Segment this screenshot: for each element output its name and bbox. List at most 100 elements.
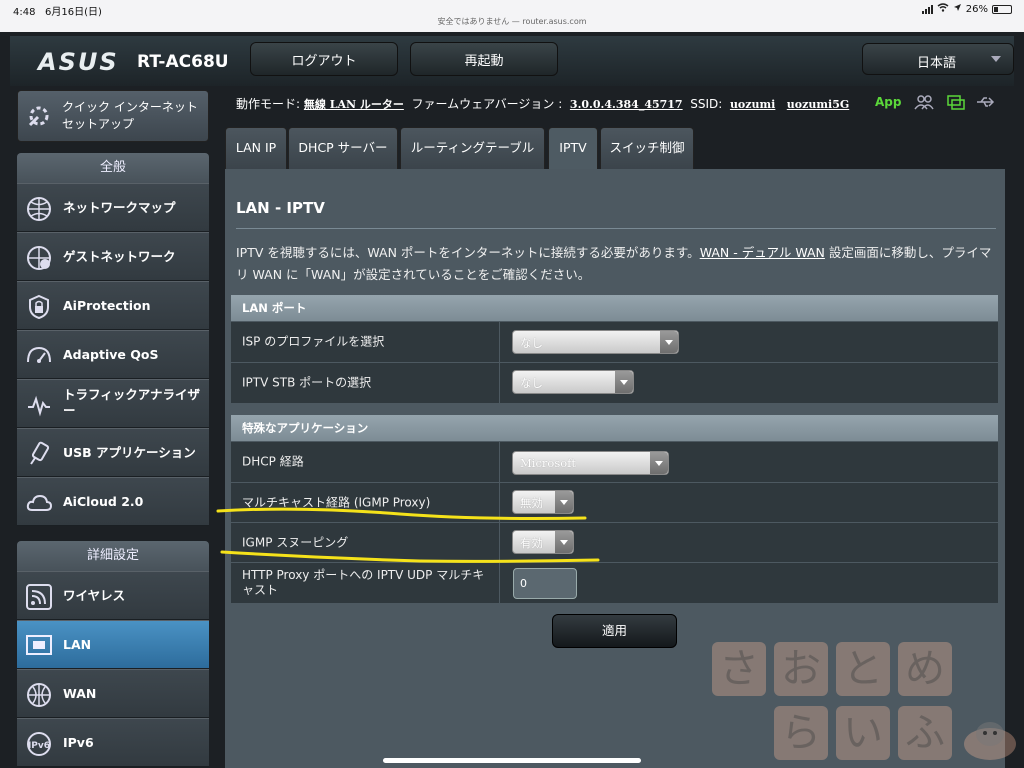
op-mode-label: 動作モード: bbox=[236, 97, 301, 111]
sidebar-item-label: AiProtection bbox=[63, 298, 151, 313]
sidebar-item-aicloud[interactable]: AiCloud 2.0 bbox=[17, 477, 209, 526]
tab-dhcp-server[interactable]: DHCP サーバー bbox=[288, 127, 398, 169]
svg-text:IPv6: IPv6 bbox=[28, 741, 50, 751]
advanced-section-header: 詳細設定 bbox=[17, 541, 209, 571]
watermark-char: お bbox=[774, 642, 828, 696]
app-link[interactable]: App bbox=[875, 95, 901, 109]
chevron-down-icon bbox=[555, 531, 573, 553]
lan-port-section-header: LAN ポート bbox=[231, 295, 998, 321]
ssid-label: SSID: bbox=[690, 97, 723, 111]
reboot-button[interactable]: 再起動 bbox=[410, 42, 558, 76]
sidebar-item-wireless[interactable]: ワイヤレス bbox=[17, 571, 209, 620]
igmp-proxy-select[interactable]: 無効 bbox=[512, 490, 574, 514]
sidebar-item-aiprotection[interactable]: AiProtection bbox=[17, 281, 209, 330]
watermark-char: と bbox=[836, 642, 890, 696]
aiprotection-icon bbox=[29, 294, 49, 320]
iptv-description: IPTV を視聴するには、WAN ポートをインターネットに接続する必要があります… bbox=[236, 242, 998, 286]
tab-switch-control[interactable]: スイッチ制御 bbox=[600, 127, 694, 169]
sidebar-item-label: IPv6 bbox=[63, 735, 94, 750]
internet-status-icon[interactable] bbox=[946, 94, 966, 110]
dhcp-route-select[interactable]: Microsoft bbox=[512, 451, 669, 475]
home-indicator[interactable] bbox=[383, 758, 641, 763]
sidebar-item-label: AiCloud 2.0 bbox=[63, 494, 144, 509]
dhcp-route-label: DHCP 経路 bbox=[242, 454, 304, 469]
tab-lan-ip[interactable]: LAN IP bbox=[225, 127, 287, 169]
logout-button[interactable]: ログアウト bbox=[250, 42, 398, 76]
watermark-char: さ bbox=[712, 642, 766, 696]
device-status-bar: 4:48 6月16日(日) 安全ではありません — router.asus.co… bbox=[0, 0, 1024, 32]
sidebar-item-label: トラフィックアナライザー bbox=[63, 387, 201, 418]
firmware-label: ファームウェアバージョン : bbox=[411, 97, 563, 111]
isp-profile-select[interactable]: なし bbox=[512, 330, 679, 354]
wireless-icon bbox=[26, 584, 52, 610]
dhcp-route-value: Microsoft bbox=[520, 456, 577, 470]
firmware-link[interactable]: 3.0.0.4.384_45717 bbox=[570, 98, 683, 111]
quick-setup-label-line1: クイック インターネット bbox=[62, 100, 198, 114]
stb-port-label: IPTV STB ポートの選択 bbox=[242, 375, 372, 390]
sidebar-item-usb-application[interactable]: USB アプリケーション bbox=[17, 428, 209, 477]
igmp-snooping-value: 有効 bbox=[520, 536, 543, 550]
chevron-down-icon bbox=[615, 371, 633, 393]
description-text-1: IPTV を視聴するには、WAN ポートをインターネットに接続する必要があります… bbox=[236, 245, 700, 260]
sidebar-item-label: LAN bbox=[63, 637, 92, 652]
usb-app-icon bbox=[30, 441, 50, 465]
igmp-snooping-label: IGMP スヌーピング bbox=[242, 535, 349, 549]
router-info-bar: 動作モード: 無線 LAN ルーター ファームウェアバージョン : 3.0.0.… bbox=[236, 95, 849, 112]
sidebar-item-network-map[interactable]: ネットワークマップ bbox=[17, 183, 209, 232]
isp-profile-label: ISP のプロファイルを選択 bbox=[242, 334, 385, 349]
special-apps-section-header: 特殊なアプリケーション bbox=[231, 415, 998, 441]
clients-icon[interactable] bbox=[914, 94, 934, 110]
sidebar-item-adaptive-qos[interactable]: Adaptive QoS bbox=[17, 330, 209, 379]
sidebar-item-traffic-analyzer[interactable]: トラフィックアナライザー bbox=[17, 379, 209, 428]
udp-proxy-label: HTTP Proxy ポートへの IPTV UDP マルチキャスト bbox=[242, 568, 485, 597]
igmp-snooping-row: IGMP スヌーピング bbox=[231, 523, 998, 563]
apply-button[interactable]: 適用 bbox=[552, 614, 677, 648]
stb-port-value: なし bbox=[520, 376, 543, 390]
udp-proxy-port-input[interactable]: 0 bbox=[513, 568, 577, 599]
sidebar-item-lan[interactable]: LAN bbox=[17, 620, 209, 669]
sidebar-item-guest-network[interactable]: ゲストネットワーク bbox=[17, 232, 209, 281]
stb-port-select[interactable]: なし bbox=[512, 370, 634, 394]
quick-setup-label-line2: セットアップ bbox=[62, 117, 135, 131]
router-header: ASUS RT-AC68U ログアウト 再起動 日本語 bbox=[10, 36, 1014, 86]
ssid-link-1[interactable]: uozumi bbox=[730, 98, 775, 111]
sidebar-item-ipv6[interactable]: IPv6 IPv6 bbox=[17, 718, 209, 767]
wifi-icon bbox=[937, 3, 949, 15]
location-icon bbox=[953, 3, 962, 15]
sidebar-item-wan[interactable]: WAN bbox=[17, 669, 209, 718]
lan-icon bbox=[26, 635, 52, 655]
ssid-link-2[interactable]: uozumi5G bbox=[787, 98, 849, 111]
quick-internet-setup-button[interactable]: クイック インターネット セットアップ bbox=[17, 90, 209, 142]
tab-iptv[interactable]: IPTV bbox=[548, 127, 598, 169]
igmp-proxy-row: マルチキャスト経路 (IGMP Proxy) bbox=[231, 483, 998, 523]
quick-setup-wrench-icon bbox=[28, 106, 49, 127]
ipv6-icon: IPv6 bbox=[27, 732, 51, 756]
language-value: 日本語 bbox=[917, 56, 957, 71]
signal-icon bbox=[921, 4, 933, 14]
watermark-char: め bbox=[898, 642, 952, 696]
usb-status-icon[interactable] bbox=[975, 94, 995, 110]
language-select[interactable]: 日本語 bbox=[862, 43, 1014, 75]
tab-routing-table[interactable]: ルーティングテーブル bbox=[400, 127, 545, 169]
chevron-down-icon bbox=[650, 452, 668, 474]
sidebar-item-label: Adaptive QoS bbox=[63, 347, 159, 362]
chevron-down-icon bbox=[555, 491, 573, 513]
wan-icon bbox=[27, 683, 51, 707]
watermark-char: ら bbox=[774, 706, 828, 760]
igmp-snooping-select[interactable]: 有効 bbox=[512, 530, 574, 554]
title-divider bbox=[236, 228, 996, 229]
sidebar-item-label: ゲストネットワーク bbox=[63, 249, 176, 264]
watermark-char: ふ bbox=[898, 706, 952, 760]
asus-logo: ASUS bbox=[38, 48, 119, 76]
aicloud-icon bbox=[26, 494, 53, 511]
dual-wan-link[interactable]: WAN - デュアル WAN bbox=[700, 245, 825, 260]
op-mode-link[interactable]: 無線 LAN ルーター bbox=[304, 98, 404, 111]
general-section-header: 全般 bbox=[17, 153, 209, 183]
address-bar[interactable]: 安全ではありません — router.asus.com bbox=[0, 16, 1024, 27]
isp-profile-value: なし bbox=[520, 336, 543, 350]
battery-percent: 26% bbox=[965, 3, 988, 15]
sidebar-item-label: ネットワークマップ bbox=[63, 200, 176, 215]
battery-icon bbox=[992, 4, 1012, 14]
igmp-proxy-value: 無効 bbox=[520, 496, 543, 510]
guest-network-icon bbox=[27, 246, 51, 270]
